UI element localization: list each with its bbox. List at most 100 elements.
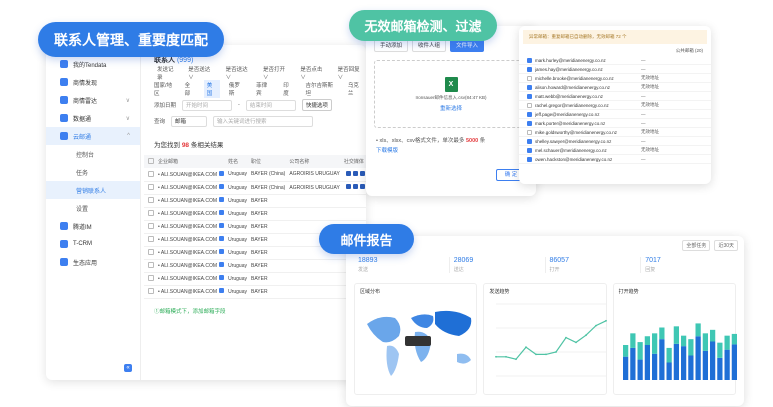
task-select[interactable]: 全部任务	[682, 240, 711, 251]
email-check-panel: 异常邮箱：重复邮箱已自动删除，无效邮箱 72 个 公共邮箱 (20) mark.…	[519, 26, 711, 184]
table-row[interactable]: • ALI.SOUAN@IKEA.COM Uruguay BAYER	[144, 194, 366, 208]
row-checkbox[interactable]	[148, 262, 154, 269]
row-checkbox[interactable]	[148, 223, 154, 230]
social-icon[interactable]	[359, 184, 365, 189]
email-checkbox[interactable]	[527, 66, 532, 72]
bar	[716, 357, 723, 380]
email-checkbox[interactable]	[527, 138, 532, 144]
copy-icon[interactable]	[219, 170, 225, 176]
download-template-link[interactable]: 下载模版	[366, 146, 536, 154]
date-start-input[interactable]: 开始时间	[182, 99, 233, 111]
region-chip[interactable]: 吉尔吉斯斯坦	[302, 80, 338, 98]
sidebar-item[interactable]: 生态应用	[46, 253, 140, 271]
copy-icon[interactable]	[219, 184, 225, 189]
sidebar-subitem[interactable]: 控制台	[46, 145, 140, 163]
email-checkbox[interactable]	[527, 111, 532, 117]
region-chip[interactable]: 乌克兰	[345, 80, 366, 98]
region-chip[interactable]: 美国	[203, 80, 220, 98]
social-icon[interactable]	[359, 170, 365, 176]
email-checkbox[interactable]	[527, 75, 532, 81]
sidebar-item[interactable]: T-CRM	[46, 235, 140, 253]
table-header: 社交媒体	[339, 155, 365, 168]
sidebar-subitem[interactable]: 营销联系人	[46, 181, 140, 199]
row-checkbox[interactable]	[148, 236, 154, 243]
date-range-select[interactable]: 近30天	[714, 240, 738, 251]
email-row[interactable]: mel.schauer@meridianenergy.co.nz 无效地址	[519, 146, 711, 155]
email-checkbox[interactable]	[527, 84, 532, 90]
email-status: —	[641, 156, 646, 162]
email-row[interactable]: matt.webb@meridianenergy.co.nz —	[519, 92, 711, 101]
reselect-link[interactable]: 重新选择	[440, 104, 462, 112]
select-all-checkbox[interactable]	[148, 158, 154, 165]
query-field-select[interactable]: 邮箱	[171, 115, 208, 127]
sidebar-subitem[interactable]: 设置	[46, 199, 140, 217]
region-chip[interactable]: 印度	[280, 80, 296, 98]
email-row[interactable]: owen.hackston@meridianenergy.co.nz —	[519, 155, 711, 164]
email-row[interactable]: james.hay@meridianenergy.co.nz —	[519, 65, 711, 74]
email-checkbox[interactable]	[527, 147, 532, 153]
email-row[interactable]: rachel.gregor@meridianenergy.co.nz 无效地址	[519, 101, 711, 110]
copy-icon[interactable]	[219, 197, 225, 202]
region-chip[interactable]: 菲律宾	[253, 80, 274, 98]
copy-icon[interactable]	[219, 249, 225, 254]
email-row[interactable]: jeff.page@meridianenergy.co.nz —	[519, 110, 711, 119]
collapse-icon[interactable]: «	[124, 364, 132, 372]
sidebar-item[interactable]: 腾道IM	[46, 217, 140, 235]
email-row[interactable]: mark.porter@meridianenergy.co.nz —	[519, 119, 711, 128]
file-drop-zone[interactable]: X Ironsauer邮件信息入.csv(84:47 KB) 重新选择	[374, 60, 528, 128]
email-row[interactable]: mike.goldsworthy@meridianenergy.co.nz 无效地…	[519, 128, 711, 137]
email-checkbox[interactable]	[527, 57, 532, 63]
email-row[interactable]: alison.howard@meridianenergy.co.nz 无效地址	[519, 83, 711, 92]
sidebar-item[interactable]: 数据通 ∨	[46, 109, 140, 127]
sidebar-item[interactable]: 商情发现	[46, 73, 140, 91]
quick-date-button[interactable]: 快捷选项	[301, 99, 332, 111]
email-row[interactable]: michelle.brooke@meridianenergy.co.nz 无效地址	[519, 74, 711, 83]
copy-icon[interactable]	[219, 210, 225, 215]
bar	[724, 335, 730, 350]
row-checkbox[interactable]	[148, 184, 154, 191]
table-row[interactable]: • ALI.SOUAN@IKEA.COM Uruguay BAYER	[144, 272, 366, 286]
sidebar-subitem[interactable]: 任务	[46, 163, 140, 181]
social-icon[interactable]	[352, 170, 358, 176]
region-chip[interactable]: 俄罗斯	[226, 80, 247, 98]
sidebar-item[interactable]: 云邮通 ^	[46, 127, 140, 145]
email-checkbox[interactable]	[527, 102, 532, 108]
email-cell: • ALI.SOUAN@IKEA.COM	[154, 194, 225, 208]
email-checkbox[interactable]	[527, 120, 532, 126]
social-icon[interactable]	[345, 184, 351, 189]
row-checkbox[interactable]	[148, 249, 154, 256]
table-row[interactable]: • ALI.SOUAN@IKEA.COM Uruguay BAYER	[144, 285, 366, 299]
row-checkbox[interactable]	[148, 210, 154, 217]
email-checkbox[interactable]	[527, 93, 532, 99]
email-address: mike.goldsworthy@meridianenergy.co.nz	[535, 129, 618, 135]
sidebar-item[interactable]: 商情雷达 ∨	[46, 91, 140, 109]
row-checkbox[interactable]	[148, 275, 154, 282]
search-input[interactable]: 输入关键词进行搜索	[213, 115, 314, 127]
row-checkbox-cell	[144, 168, 154, 182]
copy-icon[interactable]	[219, 262, 225, 267]
table-row[interactable]: • ALI.SOUAN@IKEA.COM Uruguay BAYER	[144, 259, 366, 273]
table-row[interactable]: • ALI.SOUAN@IKEA.COM Uruguay BAYER (China)…	[144, 168, 366, 182]
table-cell: Uruguay	[224, 194, 247, 208]
region-chip[interactable]: 全部	[182, 80, 198, 98]
row-checkbox[interactable]	[148, 171, 154, 178]
table-row[interactable]: • ALI.SOUAN@IKEA.COM Uruguay BAYER (China)…	[144, 181, 366, 195]
data-point	[545, 353, 548, 356]
filter-dropdown[interactable]: 发送记录	[154, 64, 179, 82]
date-end-input[interactable]: 结束时间	[245, 99, 296, 111]
table-cell	[285, 259, 340, 273]
copy-icon[interactable]	[219, 223, 225, 228]
email-checkbox[interactable]	[527, 156, 532, 162]
copy-icon[interactable]	[219, 236, 225, 241]
social-icon[interactable]	[352, 184, 358, 189]
copy-icon[interactable]	[219, 275, 225, 280]
row-checkbox[interactable]	[148, 197, 154, 204]
row-checkbox[interactable]	[148, 288, 154, 295]
email-checkbox[interactable]	[527, 129, 532, 135]
social-icon[interactable]	[345, 170, 351, 176]
table-row[interactable]: • ALI.SOUAN@IKEA.COM Uruguay BAYER	[144, 207, 366, 221]
email-row[interactable]: mark.hurley@meridianenergy.co.nz —	[519, 56, 711, 65]
sidebar-item[interactable]: 我的Tendata	[46, 55, 140, 73]
copy-icon[interactable]	[219, 288, 225, 293]
email-row[interactable]: shelley.sawyer@meridianenergy.co.nz —	[519, 137, 711, 146]
